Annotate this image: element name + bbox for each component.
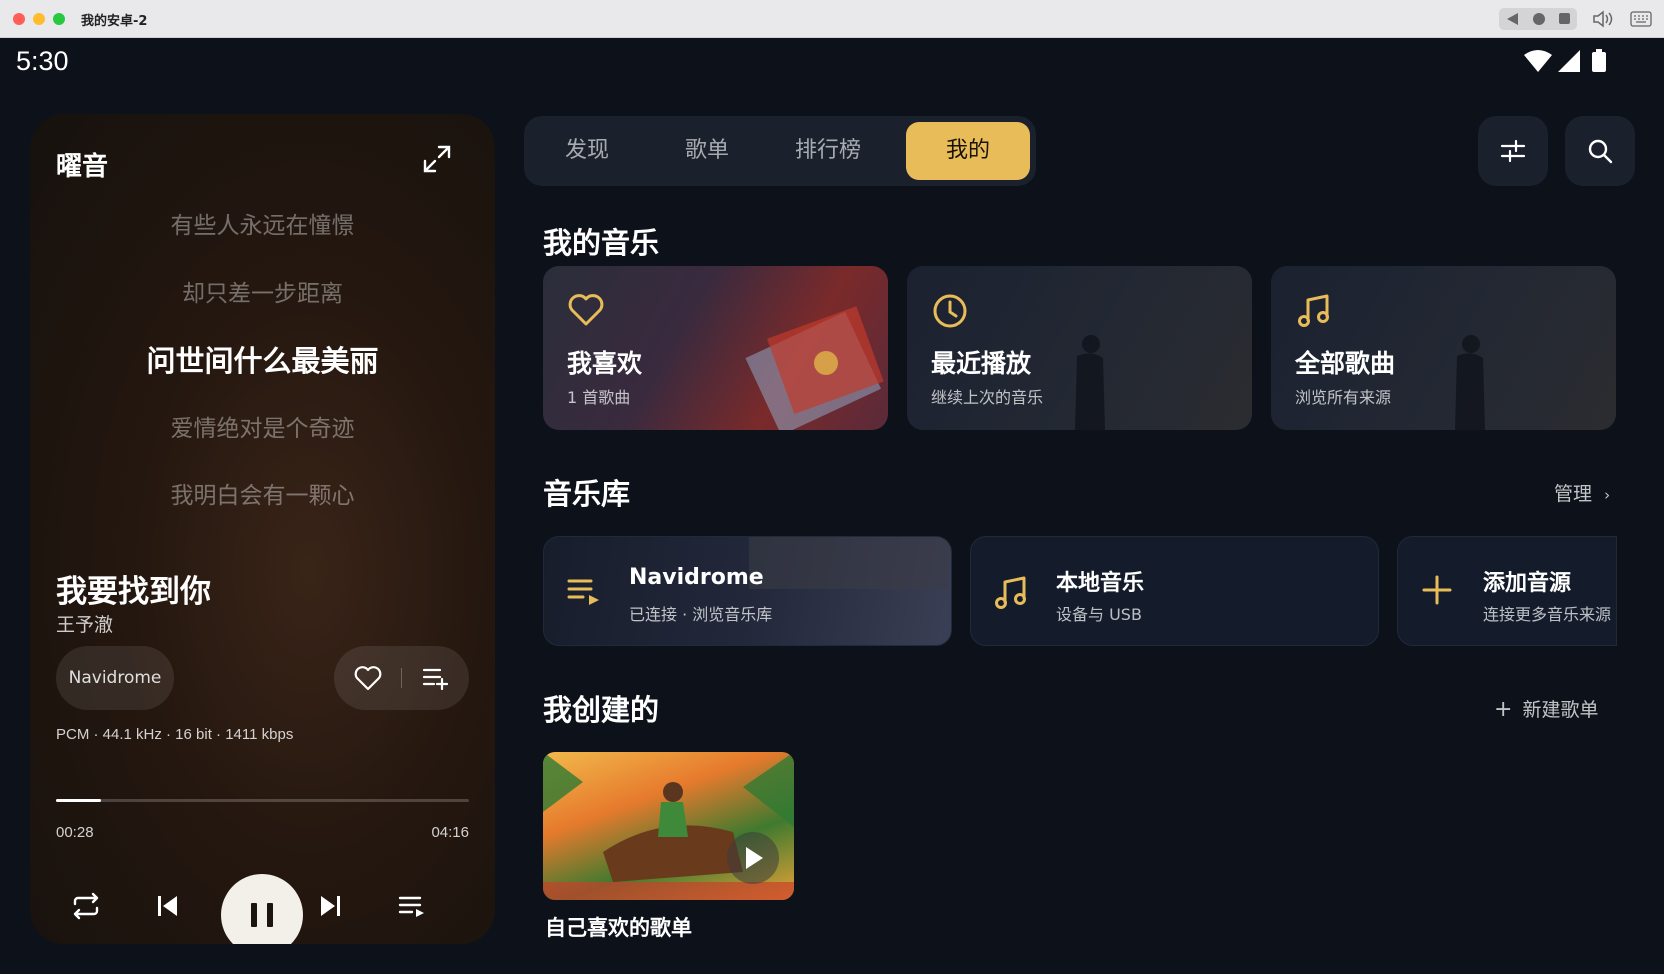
lyric-line[interactable]: 却只差一步距离 [30,274,495,308]
main-tabs: 发现 歌单 排行榜 我的 [524,116,1036,186]
manage-link[interactable]: 管理 › [1554,479,1610,506]
card-title: 最近播放 [931,349,1032,378]
signal-icon [1558,50,1580,72]
album-art-collage [745,306,884,430]
singer-silhouette [1455,335,1485,430]
status-icons [1524,49,1606,72]
recent-card[interactable]: 最近播放 继续上次的音乐 [907,266,1252,430]
source-title: 本地音乐 [1056,571,1145,596]
sliders-icon [1500,139,1526,163]
queue-button[interactable] [397,892,427,920]
progress-slider[interactable] [56,799,469,802]
pause-icon [251,903,257,927]
total-time: 04:16 [431,824,469,841]
cover-illustration [543,752,794,900]
recents-icon[interactable] [1559,13,1570,24]
music-note-icon [1298,294,1329,327]
zoom-window-button[interactable] [53,13,65,25]
search-button[interactable] [1565,116,1635,186]
playlist-cover[interactable] [543,752,794,900]
window-titlebar: 我的安卓-2 [0,0,1664,38]
window-title: 我的安卓-2 [81,14,148,29]
expand-icon[interactable] [422,144,452,174]
divider [401,668,402,688]
emulator-nav-controls [1499,8,1577,30]
card-subtitle: 浏览所有来源 [1295,388,1392,407]
plus-icon: + [1494,697,1513,722]
lyric-line[interactable]: 有些人永远在憧憬 [30,206,495,240]
wifi-icon [1524,50,1552,72]
app-brand: 曜音 [56,152,109,182]
app-screen: 5:30 曜音 有些人永远在憧憬 却只差一步距离 问世间什么最美丽 爱情绝对是个… [0,38,1664,974]
source-card-navidrome[interactable]: Navidrome 已连接 · 浏览音乐库 [543,536,952,646]
now-playing-panel: 曜音 有些人永远在憧憬 却只差一步距离 问世间什么最美丽 爱情绝对是个奇迹 我明… [30,114,495,944]
next-button[interactable] [317,892,343,920]
favorites-card[interactable]: 我喜欢 1 首歌曲 [543,266,888,430]
keyboard-icon[interactable] [1630,11,1652,27]
playlist-play-icon [567,579,599,605]
source-chip[interactable]: Navidrome [56,646,174,710]
cover-image [749,537,949,589]
tab-discover[interactable]: 发现 [532,122,642,180]
source-title: Navidrome [629,565,764,590]
tab-playlists[interactable]: 歌单 [652,122,762,180]
source-subtitle: 连接更多音乐来源 [1483,605,1612,624]
previous-button[interactable] [155,892,181,920]
progress-fill [56,799,102,802]
lyric-line-current[interactable]: 问世间什么最美丽 [30,338,495,380]
song-actions [334,646,469,710]
plus-icon [1422,575,1452,605]
minimize-window-button[interactable] [33,13,45,25]
back-icon[interactable] [1507,13,1518,25]
source-subtitle: 设备与 USB [1056,605,1142,624]
home-icon[interactable] [1533,13,1545,25]
my-music-heading: 我的音乐 [543,226,660,260]
repeat-button[interactable] [71,892,101,920]
card-title: 全部歌曲 [1295,349,1396,378]
card-subtitle: 继续上次的音乐 [931,388,1044,407]
new-playlist-label: 新建歌单 [1522,699,1599,721]
music-note-icon [995,576,1026,609]
library-heading: 音乐库 [543,477,631,511]
card-subtitle: 1 首歌曲 [567,388,631,407]
heart-icon [568,294,604,326]
add-to-playlist-button[interactable] [422,666,448,690]
favorite-button[interactable] [354,665,382,691]
source-chip-label: Navidrome [68,668,162,688]
pause-button[interactable] [221,874,303,944]
battery-icon [1592,52,1606,72]
lyric-line[interactable]: 我明白会有一颗心 [30,476,495,510]
source-card-local[interactable]: 本地音乐 设备与 USB [970,536,1379,646]
source-card-add[interactable]: 添加音源 连接更多音乐来源 [1397,536,1617,646]
manage-label: 管理 [1554,483,1593,505]
new-playlist-button[interactable]: + 新建歌单 [1494,695,1599,722]
status-time: 5:30 [16,46,69,76]
search-icon [1588,139,1613,164]
source-subtitle: 已连接 · 浏览音乐库 [629,605,773,624]
song-artist[interactable]: 王予澈 [56,610,113,637]
singer-silhouette [1075,335,1105,430]
audio-format: PCM · 44.1 kHz · 16 bit · 1411 kbps [56,726,294,743]
filter-button[interactable] [1478,116,1548,186]
lyric-line[interactable]: 爱情绝对是个奇迹 [30,409,495,443]
source-title: 添加音源 [1483,571,1572,596]
chevron-right-icon: › [1604,486,1611,504]
all-songs-card[interactable]: 全部歌曲 浏览所有来源 [1271,266,1616,430]
created-heading: 我创建的 [543,693,660,727]
close-window-button[interactable] [13,13,25,25]
song-title: 我要找到你 [56,574,211,610]
current-time: 00:28 [56,824,94,841]
volume-icon[interactable] [1592,9,1614,29]
card-title: 我喜欢 [567,349,643,378]
playlist-name[interactable]: 自己喜欢的歌单 [545,912,692,942]
tab-charts[interactable]: 排行榜 [770,122,886,180]
tab-mine[interactable]: 我的 [906,122,1030,180]
clock-icon [933,294,967,328]
